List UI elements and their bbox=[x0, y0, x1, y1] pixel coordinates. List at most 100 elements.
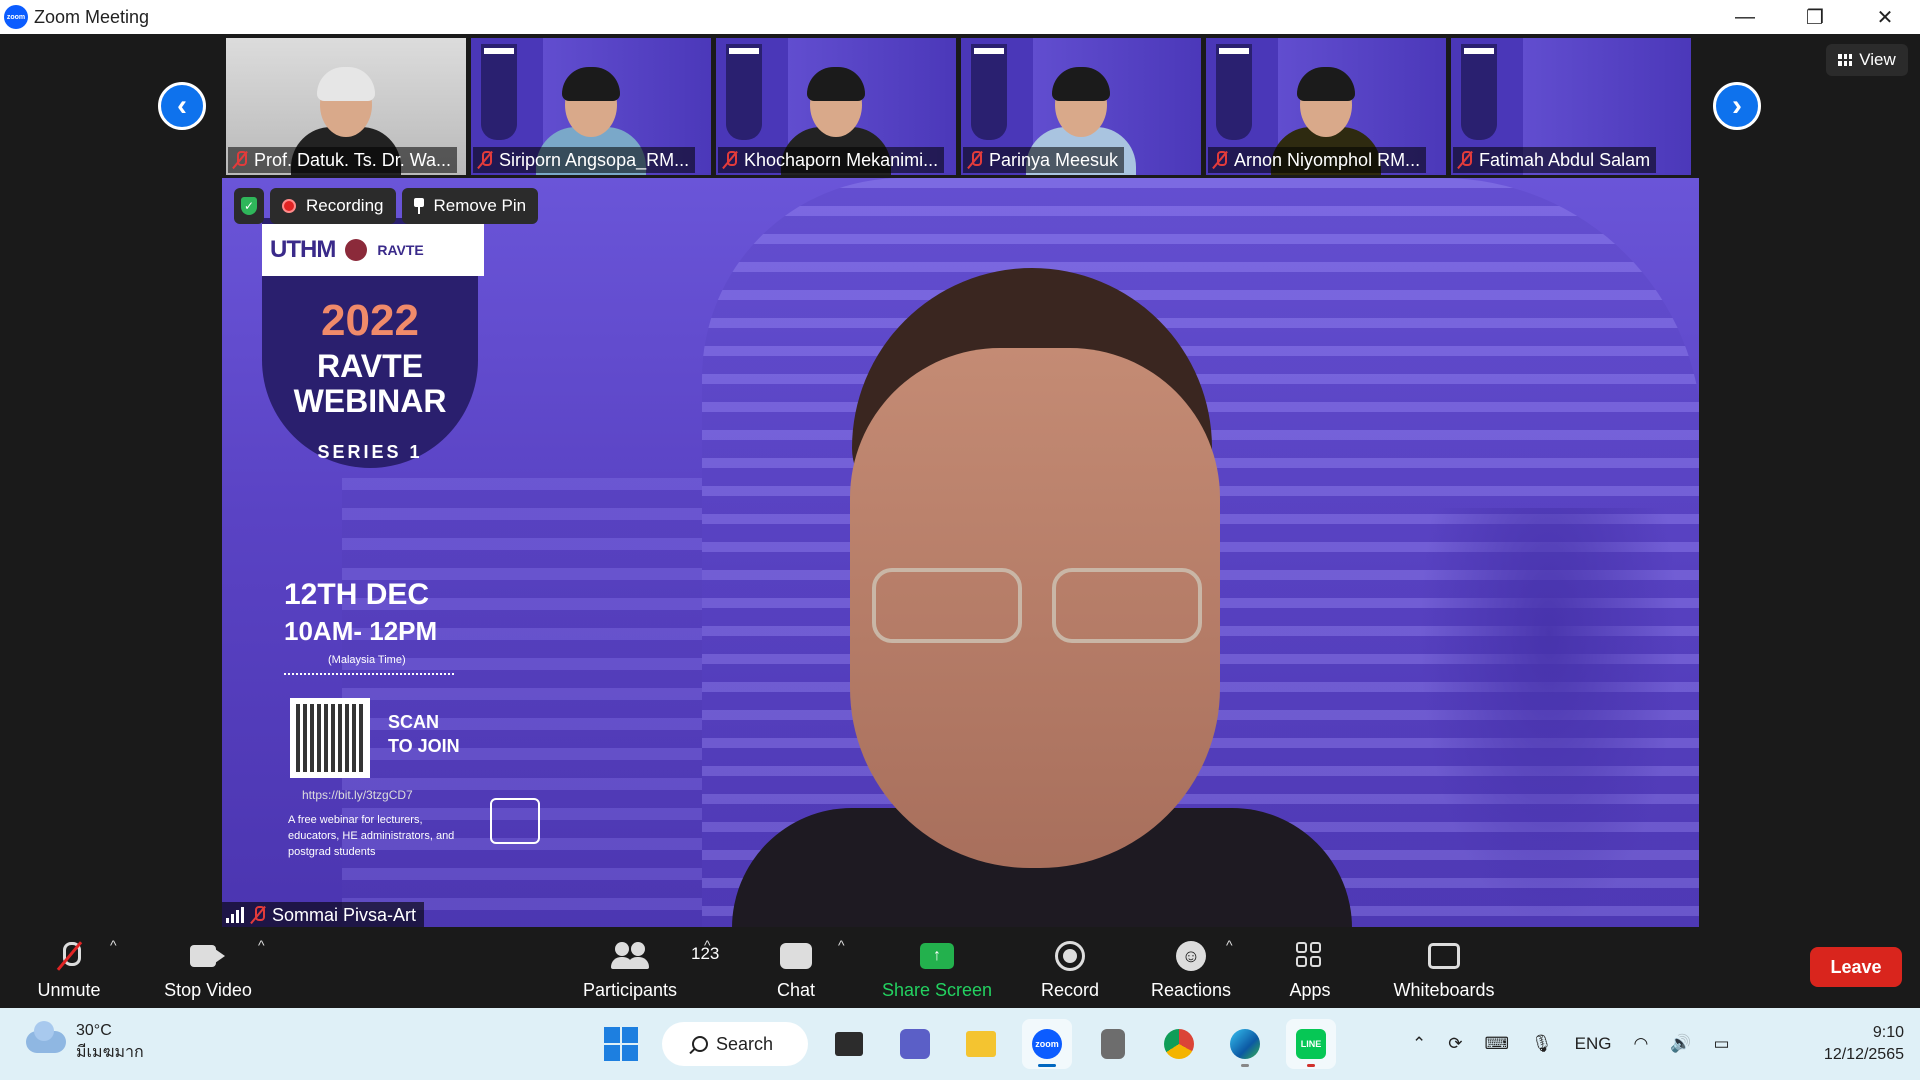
recording-indicator[interactable]: Recording bbox=[270, 188, 396, 224]
participants-button[interactable]: 123 Participants bbox=[578, 935, 719, 1001]
chat-button[interactable]: Chat bbox=[760, 935, 832, 1001]
ravte-logo: RAVTE bbox=[377, 242, 424, 258]
participant-tile[interactable]: Fatimah Abdul Salam bbox=[1451, 38, 1691, 175]
participant-tile[interactable]: Khochaporn Mekanimi... bbox=[716, 38, 956, 175]
leave-button[interactable]: Leave bbox=[1810, 947, 1902, 987]
language-indicator[interactable]: ENG bbox=[1575, 1034, 1612, 1054]
calendar-icon bbox=[490, 798, 540, 844]
chat-options-caret[interactable]: ^ bbox=[838, 937, 845, 953]
poster-divider bbox=[284, 673, 454, 675]
poster-series: SERIES 1 bbox=[317, 442, 423, 462]
taskbar-clock[interactable]: 9:10 12/12/2565 bbox=[1776, 1022, 1904, 1066]
teams-chat-button[interactable] bbox=[890, 1019, 940, 1069]
participant-tile[interactable]: Arnon Niyomphol RM... bbox=[1206, 38, 1446, 175]
participant-name: Prof. Datuk. Ts. Dr. Wa... bbox=[254, 149, 452, 170]
poster-url: https://bit.ly/3tzgCD7 bbox=[302, 788, 413, 802]
chrome-button[interactable] bbox=[1154, 1019, 1204, 1069]
participants-icon bbox=[611, 942, 649, 970]
mic-muted-icon bbox=[1457, 151, 1473, 169]
weather-description: มีเมฆมาก bbox=[76, 1044, 144, 1061]
share-screen-arrow-icon: ↑ bbox=[920, 943, 954, 969]
microphone-icon[interactable]: 🎙 bbox=[1531, 1034, 1553, 1054]
participant-tile[interactable]: Parinya Meesuk bbox=[961, 38, 1201, 175]
video-options-caret[interactable]: ^ bbox=[258, 937, 265, 953]
line-app-icon: LINE bbox=[1296, 1029, 1326, 1059]
wifi-icon[interactable]: ◠ bbox=[1633, 1034, 1648, 1054]
mic-muted-icon bbox=[477, 151, 493, 169]
battery-icon[interactable]: ▭ bbox=[1714, 1034, 1730, 1054]
unmute-button[interactable]: Unmute bbox=[26, 935, 112, 1001]
share-screen-label: Share Screen bbox=[881, 980, 993, 1000]
calculator-button[interactable] bbox=[1088, 1019, 1138, 1069]
speaker-video-feed bbox=[732, 268, 1352, 928]
zoom-taskbar-button[interactable]: zoom bbox=[1022, 1019, 1072, 1069]
audio-options-caret[interactable]: ^ bbox=[110, 937, 117, 953]
reactions-label: Reactions bbox=[1150, 980, 1232, 1000]
speaker-name-label: Sommai Pivsa-Art bbox=[222, 902, 425, 928]
mic-muted-icon bbox=[250, 906, 266, 924]
restore-button[interactable]: ❐ bbox=[1780, 0, 1850, 34]
remove-pin-label: Remove Pin bbox=[433, 196, 527, 215]
start-button[interactable] bbox=[596, 1019, 646, 1069]
active-speaker-video[interactable]: UTHM RAVTE 2022 RAVTE WEBINAR SERIES 1 1… bbox=[222, 178, 1699, 928]
glasses bbox=[872, 568, 1202, 648]
reactions-button[interactable]: ☺ Reactions bbox=[1148, 935, 1234, 1001]
poster-scan-text: SCAN TO JOIN bbox=[388, 710, 460, 758]
view-button[interactable]: View bbox=[1826, 44, 1908, 76]
mic-muted-icon bbox=[722, 151, 738, 169]
prev-participants-button[interactable]: ‹ bbox=[158, 82, 206, 130]
participant-name: Siriporn Angsopa_RM... bbox=[499, 149, 690, 170]
webinar-poster-thumb bbox=[971, 44, 1007, 140]
window-title: Zoom Meeting bbox=[34, 6, 150, 27]
file-explorer-button[interactable] bbox=[956, 1019, 1006, 1069]
chrome-icon bbox=[1164, 1029, 1194, 1059]
task-view-button[interactable] bbox=[824, 1019, 874, 1069]
edge-icon bbox=[1230, 1029, 1260, 1059]
qr-code-icon bbox=[290, 698, 370, 778]
mic-muted-icon bbox=[1212, 151, 1228, 169]
participants-options-caret[interactable]: ^ bbox=[704, 937, 711, 953]
weather-widget[interactable]: 30°C มีเมฆมาก bbox=[26, 1020, 144, 1064]
participant-tile[interactable]: Siriporn Angsopa_RM... bbox=[471, 38, 711, 175]
participant-name-label: Arnon Niyomphol RM... bbox=[1208, 147, 1427, 173]
whiteboard-icon bbox=[1428, 943, 1460, 969]
share-screen-button[interactable]: ↑ Share Screen bbox=[880, 935, 994, 1001]
weather-temperature: 30°C bbox=[76, 1022, 112, 1039]
recording-label: Recording bbox=[306, 196, 384, 215]
next-participants-button[interactable]: › bbox=[1713, 82, 1761, 130]
volume-icon[interactable]: 🔊 bbox=[1670, 1034, 1691, 1054]
participant-tile[interactable]: Prof. Datuk. Ts. Dr. Wa... bbox=[226, 38, 466, 175]
chat-label: Chat bbox=[776, 980, 816, 1000]
sync-icon[interactable]: ⟳ bbox=[1448, 1034, 1462, 1054]
connection-signal-icon bbox=[226, 907, 244, 923]
whiteboards-button[interactable]: Whiteboards bbox=[1386, 935, 1502, 1001]
participant-name-label: Khochaporn Mekanimi... bbox=[718, 147, 945, 173]
mic-muted-icon bbox=[967, 151, 983, 169]
line-button[interactable]: LINE bbox=[1286, 1019, 1336, 1069]
chevron-up-icon[interactable]: ⌃ bbox=[1412, 1034, 1426, 1054]
poster-title-line2: WEBINAR bbox=[293, 383, 447, 419]
smiley-plus-icon: ☺ bbox=[1176, 941, 1206, 971]
title-bar: zoom Zoom Meeting — ❐ ✕ bbox=[0, 0, 1920, 34]
edge-button[interactable] bbox=[1220, 1019, 1270, 1069]
close-button[interactable]: ✕ bbox=[1850, 0, 1920, 34]
reactions-options-caret[interactable]: ^ bbox=[1226, 937, 1233, 953]
participant-name-label: Siriporn Angsopa_RM... bbox=[473, 147, 696, 173]
participant-thumbnails: Prof. Datuk. Ts. Dr. Wa... Siriporn Angs… bbox=[226, 38, 1691, 175]
shield-check-icon: ✓ bbox=[241, 197, 257, 215]
record-button[interactable]: Record bbox=[1034, 935, 1106, 1001]
remove-pin-button[interactable]: Remove Pin bbox=[401, 188, 539, 224]
taskbar-search[interactable]: Search bbox=[662, 1022, 808, 1066]
speaker-name: Sommai Pivsa-Art bbox=[272, 904, 417, 925]
participant-name: Arnon Niyomphol RM... bbox=[1234, 149, 1421, 170]
keyboard-icon[interactable]: ⌨ bbox=[1485, 1034, 1510, 1054]
participants-label: Participants bbox=[582, 980, 678, 1000]
webinar-poster-thumb bbox=[481, 44, 517, 140]
meeting-stage: ‹ Prof. Datuk. Ts. Dr. Wa... Siriporn An… bbox=[0, 34, 1920, 928]
minimize-button[interactable]: — bbox=[1710, 0, 1780, 34]
whiteboards-label: Whiteboards bbox=[1393, 980, 1495, 1000]
apps-button[interactable]: Apps bbox=[1282, 935, 1338, 1001]
participant-name: Fatimah Abdul Salam bbox=[1479, 149, 1651, 170]
security-indicator[interactable]: ✓ bbox=[234, 188, 264, 224]
stop-video-button[interactable]: Stop Video bbox=[156, 935, 260, 1001]
